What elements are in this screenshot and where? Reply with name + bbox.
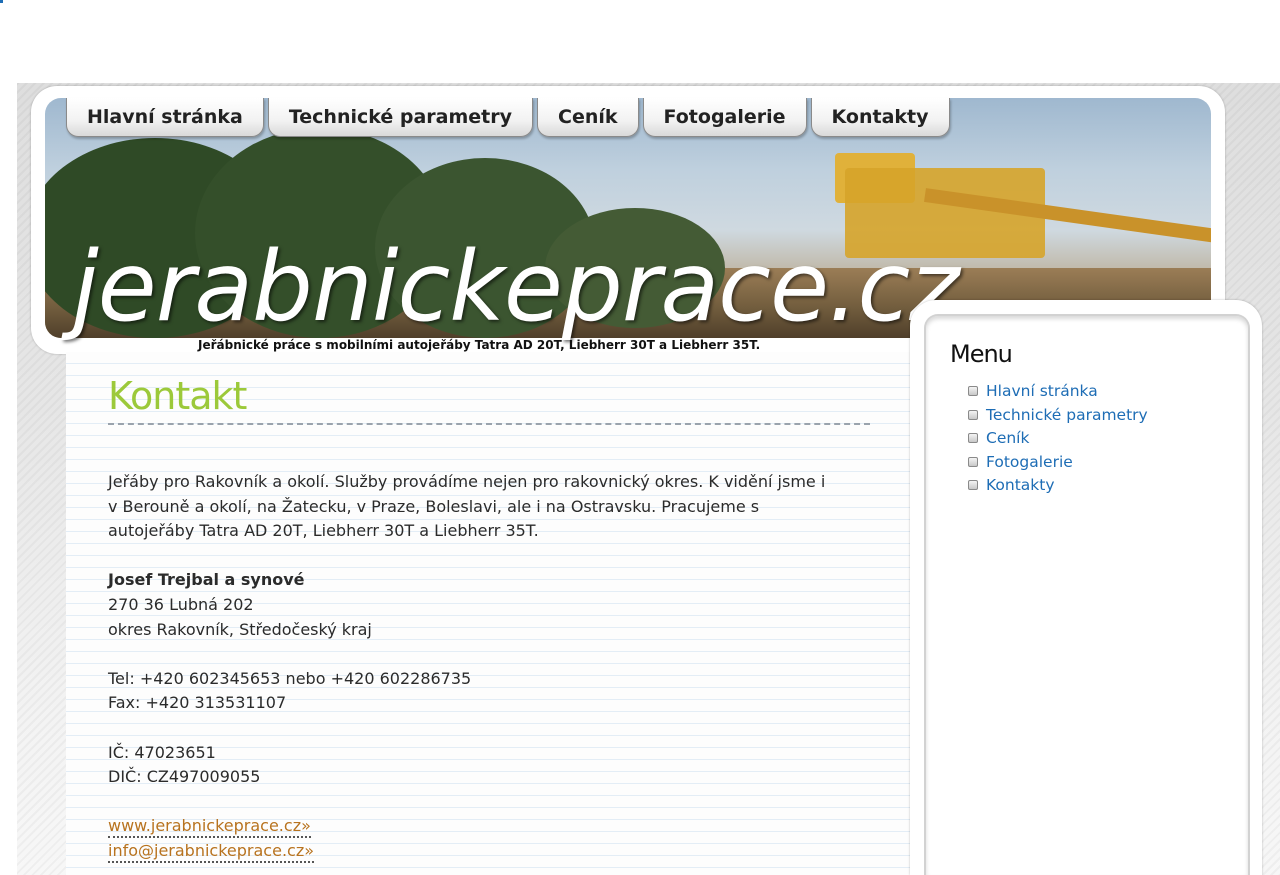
menu-item-home[interactable]: Hlavní stránka <box>966 380 1148 404</box>
company-name: Josef Trejbal a synové <box>108 570 305 590</box>
intro-line: v Berouně a okolí, na Žatecku, v Praze, … <box>108 496 760 516</box>
links-block: www.jerabnickeprace.cz» info@jerabnickep… <box>108 814 878 863</box>
bullet-icon <box>968 409 978 420</box>
email-link[interactable]: info@jerabnickeprace.cz» <box>108 840 315 863</box>
nav-tab-pricing[interactable]: Ceník <box>537 98 639 137</box>
menu-item-contacts[interactable]: Kontakty <box>966 474 1148 498</box>
address-block: Josef Trejbal a synové 270 36 Lubná 202 … <box>108 568 878 642</box>
nav-tab-contacts[interactable]: Kontakty <box>810 98 950 137</box>
website-link[interactable]: www.jerabnickeprace.cz» <box>108 815 311 839</box>
bullet-icon <box>968 480 978 490</box>
page-title: Kontakt <box>108 374 247 418</box>
phone-block: Tel: +420 602345653 nebo +420 602286735 … <box>108 667 878 716</box>
fax: Fax: +420 313531107 <box>108 693 287 713</box>
tax-ids-block: IČ: 47023651 DIČ: CZ497009055 <box>108 741 878 790</box>
company-id: IČ: 47023651 <box>108 742 216 762</box>
sidebar-menu: Menu Hlavní stránka Technické parametry … <box>924 314 1250 875</box>
intro-line: autojeřáby Tatra AD 20T, Liebherr 30T a … <box>108 521 539 541</box>
menu-list: Hlavní stránka Technické parametry Ceník… <box>966 380 1148 498</box>
intro-line: Jeřáby pro Rakovník a okolí. Služby prov… <box>108 472 826 491</box>
menu-item-photo-gallery[interactable]: Fotogalerie <box>966 451 1148 475</box>
bullet-icon <box>968 456 978 467</box>
main-content: Kontakt Jeřáby pro Rakovník a okolí. Slu… <box>66 352 911 875</box>
site-logo[interactable]: jerabnickeprace.cz <box>72 232 960 342</box>
nav-tab-technical-parameters[interactable]: Technické parametry <box>267 98 534 137</box>
top-nav: Hlavní stránka Technické parametry Ceník… <box>66 98 950 140</box>
menu-item-label: Ceník <box>986 429 1030 447</box>
corner-dot <box>0 0 3 3</box>
contact-text: Jeřáby pro Rakovník a okolí. Služby prov… <box>108 470 878 864</box>
bullet-icon <box>968 433 978 443</box>
bullet-icon <box>968 386 978 396</box>
nav-tab-photo-gallery[interactable]: Fotogalerie <box>642 98 807 137</box>
nav-tab-home[interactable]: Hlavní stránka <box>66 98 264 137</box>
menu-heading: Menu <box>950 340 1013 368</box>
menu-item-pricing[interactable]: Ceník <box>966 427 1148 451</box>
header-tagline: Jeřábnické práce s mobilními autojeřáby … <box>198 338 761 352</box>
menu-item-label: Technické parametry <box>986 405 1148 424</box>
intro-paragraph: Jeřáby pro Rakovník a okolí. Služby prov… <box>108 470 878 544</box>
menu-item-technical-parameters[interactable]: Technické parametry <box>966 404 1148 428</box>
vat-id: DIČ: CZ497009055 <box>108 767 261 787</box>
menu-item-label: Kontakty <box>986 476 1055 494</box>
title-divider <box>108 423 870 425</box>
address-region: okres Rakovník, Středočeský kraj <box>108 619 372 639</box>
address-line: 270 36 Lubná 202 <box>108 594 254 614</box>
telephone: Tel: +420 602345653 nebo +420 602286735 <box>108 668 472 688</box>
menu-item-label: Hlavní stránka <box>986 382 1098 400</box>
menu-item-label: Fotogalerie <box>986 452 1073 471</box>
